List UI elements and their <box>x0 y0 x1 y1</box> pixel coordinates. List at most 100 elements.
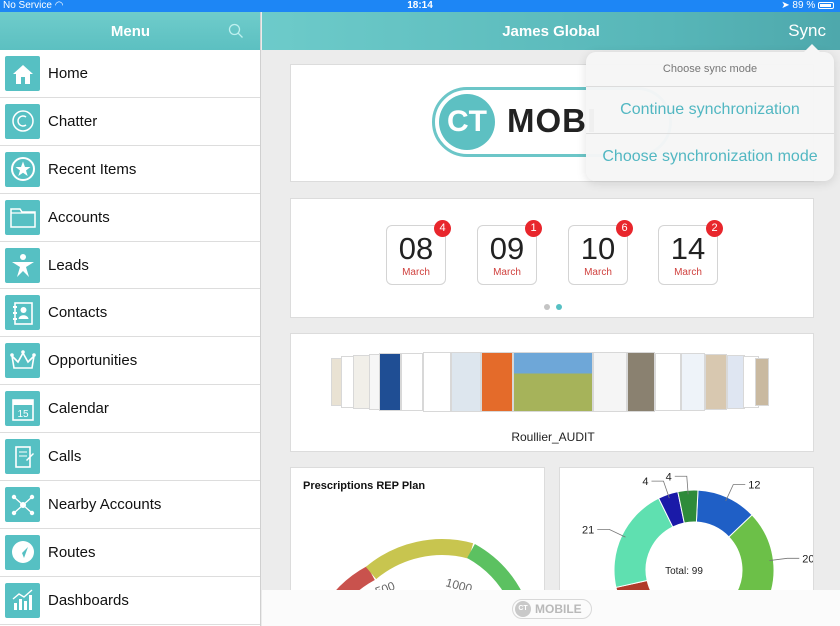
divider <box>586 133 834 134</box>
slide-thumbnail-featured <box>513 352 593 412</box>
logo-wordmark: MOBI <box>507 102 598 139</box>
donut-value-label: 4 <box>666 471 672 483</box>
navigation-icon <box>5 534 40 570</box>
slide-thumbnail <box>627 352 655 412</box>
sidebar-item-label: Dashboards <box>48 591 129 609</box>
crown-icon <box>5 343 40 379</box>
divider <box>586 86 834 87</box>
sidebar-item-opportunities[interactable]: Opportunities <box>0 337 260 386</box>
clock-label: 18:14 <box>407 0 433 11</box>
donut-value-label: 21 <box>582 524 594 536</box>
location-icon: ➤ <box>781 0 790 11</box>
network-icon <box>5 487 40 523</box>
donut-label-leader <box>769 557 800 561</box>
popover-arrow <box>804 44 820 52</box>
sidebar-item-label: Nearby Accounts <box>48 496 162 514</box>
footer-logo: CT MOBILE <box>512 599 592 619</box>
contact-book-icon <box>5 295 40 331</box>
event-count-badge: 2 <box>706 220 723 237</box>
sidebar-item-recent-items[interactable]: Recent Items <box>0 146 260 194</box>
sync-mode-popover: Choose sync mode Continue synchronizatio… <box>586 44 834 181</box>
date-tile[interactable]: 10 March 6 <box>568 220 633 285</box>
sidebar-item-leads[interactable]: Leads <box>0 242 260 290</box>
footer-bar: CT MOBILE <box>262 590 840 626</box>
footer-logo-badge: CT <box>515 601 531 617</box>
battery-percent: 89 % <box>792 0 816 11</box>
popover-title: Choose sync mode <box>662 63 758 75</box>
sidebar-item-dashboards[interactable]: Dashboards <box>0 577 260 625</box>
donut-value-label: 20 <box>802 553 814 565</box>
person-star-icon <box>5 247 40 283</box>
sidebar: Menu Home Chatter Recent Items Accounts <box>0 12 261 626</box>
date-tile[interactable]: 09 March 1 <box>477 220 542 285</box>
date-month: March <box>584 267 612 278</box>
chatter-icon <box>5 103 40 139</box>
calendar-icon: 15 <box>5 391 40 427</box>
event-count-badge: 1 <box>525 220 542 237</box>
slide-thumbnail <box>379 353 401 411</box>
continue-sync-option[interactable]: Continue synchronization <box>586 101 834 119</box>
event-count-badge: 6 <box>616 220 633 237</box>
donut-value-label: 12 <box>748 480 760 492</box>
svg-text:15: 15 <box>17 409 29 420</box>
slide-thumbnail <box>655 353 681 411</box>
sidebar-header: Menu <box>0 12 260 50</box>
page-dot[interactable] <box>544 304 550 310</box>
slide-thumbnail <box>593 352 627 412</box>
presentation-title: Roullier_AUDIT <box>511 430 595 444</box>
sidebar-item-contacts[interactable]: Contacts <box>0 289 260 338</box>
sidebar-item-label: Contacts <box>48 304 108 322</box>
date-tile[interactable]: 14 March 2 <box>658 220 723 285</box>
logo-badge: CT <box>439 94 495 150</box>
slide-thumbnail <box>481 352 513 412</box>
sidebar-item-label: Opportunities <box>48 352 138 370</box>
sidebar-item-label: Calendar <box>48 400 109 418</box>
sidebar-item-label: Chatter <box>48 112 98 130</box>
document-carousel[interactable] <box>331 352 771 414</box>
folder-icon <box>5 199 40 235</box>
sidebar-item-label: Leads <box>48 256 89 274</box>
page-dot-active[interactable] <box>556 304 562 310</box>
sidebar-title: Menu <box>110 23 151 40</box>
date-month: March <box>402 267 430 278</box>
slide-thumbnail <box>705 354 727 410</box>
footer-logo-word: MOBILE <box>535 602 582 616</box>
sidebar-item-routes[interactable]: Routes <box>0 529 260 577</box>
sidebar-item-calendar[interactable]: 15 Calendar <box>0 385 260 434</box>
sidebar-item-home[interactable]: Home <box>0 50 260 98</box>
sidebar-item-nearby-accounts[interactable]: Nearby Accounts <box>0 481 260 529</box>
slide-thumbnail <box>423 352 451 412</box>
slide-thumbnail <box>755 358 769 406</box>
sidebar-item-label: Accounts <box>48 208 110 226</box>
page-title: James Global <box>502 23 600 40</box>
sync-button[interactable]: Sync <box>788 21 826 41</box>
sidebar-item-chatter[interactable]: Chatter <box>0 98 260 146</box>
sidebar-item-calls[interactable]: Calls <box>0 433 260 482</box>
presentation-gallery-card[interactable]: Roullier_AUDIT <box>290 333 814 452</box>
donut-value-label: 4 <box>642 476 648 488</box>
date-month: March <box>674 267 702 278</box>
calls-icon <box>5 439 40 475</box>
sidebar-item-label: Recent Items <box>48 160 137 178</box>
date-tile[interactable]: 08 March 4 <box>386 220 451 285</box>
battery-icon <box>818 2 834 9</box>
search-icon[interactable] <box>228 23 244 39</box>
donut-total-label: Total: 99 <box>665 566 703 577</box>
date-day: 09 <box>489 231 525 266</box>
sidebar-item-label: Calls <box>48 448 82 466</box>
date-day: 14 <box>670 231 706 266</box>
page-indicator[interactable] <box>541 297 565 315</box>
choose-sync-mode-option[interactable]: Choose synchronization mode <box>586 148 834 166</box>
date-month: March <box>493 267 521 278</box>
sidebar-item-label: Routes <box>48 543 96 561</box>
home-icon <box>5 56 40 91</box>
slide-thumbnail <box>401 353 423 411</box>
status-bar: No Service ◠ 18:14 ➤ 89 % <box>0 0 840 12</box>
star-icon <box>5 151 40 187</box>
date-day: 08 <box>398 231 434 266</box>
slide-thumbnail <box>681 353 705 411</box>
battery-status: ➤ 89 % <box>781 0 834 12</box>
date-day: 10 <box>580 231 616 266</box>
dashboard-icon <box>5 582 40 618</box>
sidebar-item-accounts[interactable]: Accounts <box>0 194 260 242</box>
